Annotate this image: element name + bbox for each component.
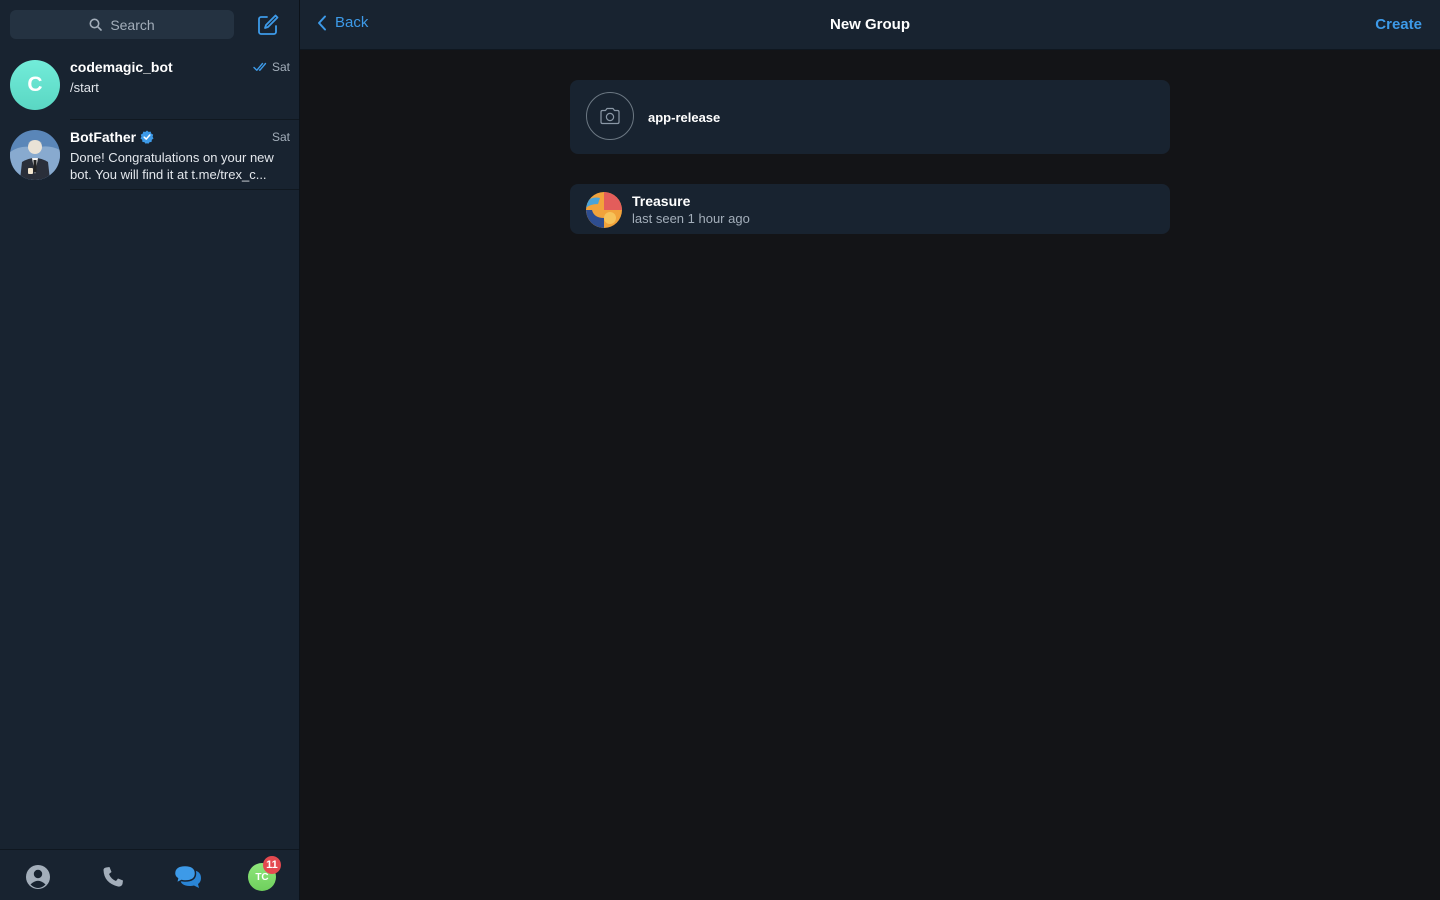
chat-item-codemagic-bot[interactable]: C codemagic_bot Sat /start: [0, 50, 299, 120]
double-check-icon: [253, 62, 267, 71]
unread-badge: 11: [263, 856, 281, 874]
search-row: Search: [0, 0, 299, 50]
compose-button[interactable]: [256, 13, 280, 37]
camera-icon: [600, 107, 620, 125]
chat-time: Sat: [271, 130, 290, 144]
group-info-card: [570, 80, 1170, 154]
member-name: Treasure: [632, 193, 691, 209]
avatar: [10, 130, 60, 180]
divider: [70, 189, 299, 190]
group-name-input[interactable]: [648, 107, 1148, 127]
page-title: New Group: [829, 16, 910, 33]
chat-name: BotFather: [70, 129, 137, 145]
tab-contacts[interactable]: [23, 862, 53, 892]
contacts-icon: [26, 865, 50, 889]
chat-last-message: /start: [70, 80, 99, 95]
chat-name: codemagic_bot: [70, 59, 173, 75]
phone-icon: [103, 867, 123, 887]
chats-icon: [173, 864, 201, 888]
search-input[interactable]: Search: [10, 10, 234, 39]
main-panel: Back New Group Create Treasure last seen…: [300, 0, 1440, 900]
chat-time: Sat: [271, 60, 290, 74]
set-photo-button[interactable]: [586, 92, 634, 140]
bottom-tabbar: TC: [0, 849, 299, 900]
avatar-letter: C: [27, 73, 43, 96]
avatar: C: [10, 60, 60, 110]
verified-icon: [140, 130, 154, 144]
compose-icon: [258, 14, 279, 35]
search-icon: [89, 18, 103, 31]
create-button[interactable]: Create: [1375, 16, 1422, 33]
chat-time-row: Sat: [253, 60, 290, 74]
botfather-avatar-image: [10, 130, 60, 180]
tab-calls[interactable]: [98, 862, 128, 892]
sidebar: Search C codemagic_bot Sat /start BotFat…: [0, 0, 300, 900]
member-status: last seen 1 hour ago: [632, 211, 750, 226]
header: Back New Group Create: [300, 0, 1440, 50]
chat-last-message: Done! Congratulations on your new bot. Y…: [70, 150, 274, 182]
search-placeholder: Search: [110, 16, 155, 33]
member-avatar-image: [586, 192, 622, 228]
chat-name-row: BotFather: [70, 129, 154, 145]
member-list: Treasure last seen 1 hour ago: [570, 184, 1170, 234]
chat-item-botfather[interactable]: BotFather Sat Done! Congratulations on y…: [0, 120, 299, 190]
member-avatar: [586, 192, 622, 228]
tab-chats[interactable]: [173, 862, 203, 892]
